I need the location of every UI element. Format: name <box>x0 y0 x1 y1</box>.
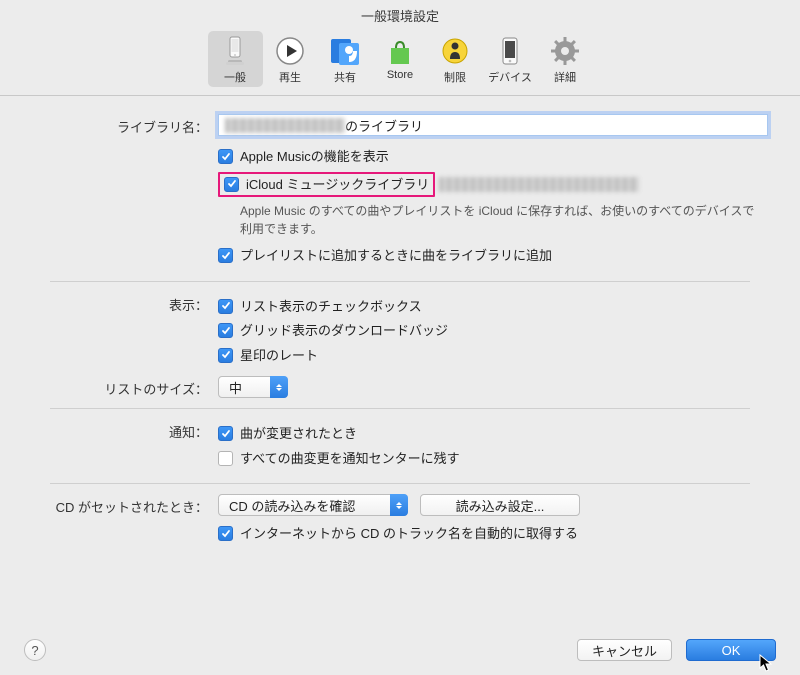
apple-music-checkbox[interactable] <box>218 149 233 164</box>
list-size-value: 中 <box>229 378 242 397</box>
toolbar: 一般 再生 共有 Store 制限 デバイス 詳細 <box>0 29 800 96</box>
cd-action-select[interactable]: CD の読み込みを確認 <box>218 494 408 516</box>
notify-changed-label: 曲が変更されたとき <box>240 424 357 444</box>
grid-badges-checkbox[interactable] <box>218 323 233 338</box>
cd-insert-label: CD がセットされたとき： <box>26 494 218 516</box>
tab-devices-label: デバイス <box>488 69 532 85</box>
cd-action-value: CD の読み込みを確認 <box>229 496 355 515</box>
tab-sharing-label: 共有 <box>334 69 356 85</box>
library-name-suffix: のライブラリ <box>345 116 423 135</box>
devices-icon <box>494 35 526 67</box>
tab-playback-label: 再生 <box>279 69 301 85</box>
ok-label: OK <box>722 643 741 658</box>
playlist-add-checkbox[interactable] <box>218 248 233 263</box>
apple-music-label: Apple Musicの機能を表示 <box>240 147 389 167</box>
list-size-label: リストのサイズ： <box>26 376 218 398</box>
list-checkbox-checkbox[interactable] <box>218 299 233 314</box>
cancel-button[interactable]: キャンセル <box>577 639 672 661</box>
cd-tracknames-label: インターネットから CD のトラック名を自動的に取得する <box>240 524 578 544</box>
grid-badges-label: グリッド表示のダウンロードバッジ <box>240 321 448 341</box>
tab-general-label: 一般 <box>224 69 246 85</box>
restrictions-icon <box>439 35 471 67</box>
notifications-label: 通知： <box>26 419 218 441</box>
tab-general[interactable]: 一般 <box>208 31 263 87</box>
library-name-label: ライブラリ名： <box>26 114 218 136</box>
import-settings-label: 読み込み設定... <box>456 496 545 515</box>
chevron-updown-icon <box>270 376 288 398</box>
tab-sharing[interactable]: 共有 <box>318 31 373 87</box>
tab-advanced[interactable]: 詳細 <box>538 31 593 87</box>
window-title: 一般環境設定 <box>0 0 800 29</box>
notify-changed-checkbox[interactable] <box>218 426 233 441</box>
notify-center-checkbox[interactable] <box>218 451 233 466</box>
playlist-add-label: プレイリストに追加するときに曲をライブラリに追加 <box>240 246 552 266</box>
tab-restrictions-label: 制限 <box>444 69 466 85</box>
general-icon <box>219 35 251 67</box>
notify-center-label: すべての曲変更を通知センターに残す <box>240 449 460 469</box>
question-icon: ? <box>31 643 38 658</box>
tab-store[interactable]: Store <box>373 31 428 87</box>
icloud-description: Apple Music のすべての曲やプレイリストを iCloud に保存すれば… <box>240 202 760 238</box>
display-label: 表示： <box>26 292 218 314</box>
cursor-icon <box>759 654 775 674</box>
gear-icon <box>549 35 581 67</box>
icloud-highlight: iCloud ミュージックライブラリ <box>218 172 435 198</box>
icloud-library-label: iCloud ミュージックライブラリ <box>246 175 429 195</box>
cd-tracknames-checkbox[interactable] <box>218 526 233 541</box>
store-icon <box>384 35 416 67</box>
import-settings-button[interactable]: 読み込み設定... <box>420 494 580 516</box>
redacted-text <box>225 118 345 133</box>
ok-button[interactable]: OK <box>686 639 776 661</box>
chevron-updown-icon <box>390 494 408 516</box>
tab-devices[interactable]: デバイス <box>483 31 538 87</box>
star-ratings-label: 星印のレート <box>240 346 318 366</box>
tab-restrictions[interactable]: 制限 <box>428 31 483 87</box>
tab-playback[interactable]: 再生 <box>263 31 318 87</box>
help-button[interactable]: ? <box>24 639 46 661</box>
tab-store-label: Store <box>387 69 413 81</box>
star-ratings-checkbox[interactable] <box>218 348 233 363</box>
redacted-text <box>439 177 639 192</box>
list-size-select[interactable]: 中 <box>218 376 288 398</box>
list-checkbox-label: リスト表示のチェックボックス <box>240 297 422 317</box>
icloud-library-checkbox[interactable] <box>224 177 239 192</box>
tab-advanced-label: 詳細 <box>554 69 576 85</box>
sharing-icon <box>329 35 361 67</box>
library-name-input[interactable]: のライブラリ <box>218 114 768 136</box>
play-icon <box>274 35 306 67</box>
cancel-label: キャンセル <box>592 641 657 660</box>
